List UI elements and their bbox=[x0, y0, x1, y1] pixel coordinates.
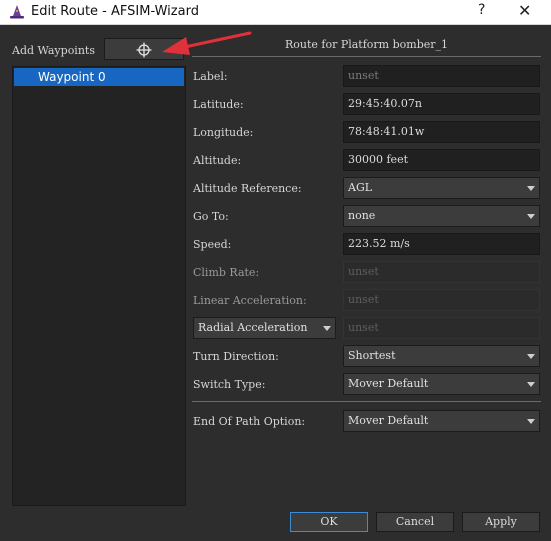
turn-direction-label: Turn Direction: bbox=[193, 350, 279, 363]
chevron-down-icon bbox=[323, 326, 331, 331]
altitude-reference-select[interactable]: AGL bbox=[343, 177, 540, 199]
title-bar: Edit Route - AFSIM-Wizard ? ✕ bbox=[0, 0, 551, 25]
end-of-path-value: Mover Default bbox=[348, 414, 429, 427]
latitude-label: Latitude: bbox=[193, 98, 244, 111]
route-title: Route for Platform bomber_1 bbox=[284, 38, 449, 51]
ok-button[interactable]: OK bbox=[290, 512, 368, 532]
altitude-input[interactable]: 30000 feet bbox=[343, 149, 540, 171]
chevron-down-icon bbox=[527, 354, 535, 359]
waypoint-list-item[interactable]: Waypoint 0 bbox=[14, 68, 184, 86]
longitude-input[interactable]: 78:48:41.01w bbox=[343, 121, 540, 143]
go-to-value: none bbox=[348, 209, 376, 222]
speed-input[interactable]: 223.52 m/s bbox=[343, 233, 540, 255]
chevron-down-icon bbox=[527, 382, 535, 387]
apply-button[interactable]: Apply bbox=[462, 512, 540, 532]
close-button[interactable]: ✕ bbox=[518, 1, 531, 20]
cancel-button[interactable]: Cancel bbox=[376, 512, 454, 532]
chevron-down-icon bbox=[527, 186, 535, 191]
window-title: Edit Route - AFSIM-Wizard bbox=[31, 4, 199, 19]
radial-acceleration-select[interactable]: Radial Acceleration bbox=[193, 317, 336, 339]
longitude-label: Longitude: bbox=[193, 126, 254, 139]
switch-type-value: Mover Default bbox=[348, 377, 429, 390]
radial-acceleration-value: Radial Acceleration bbox=[198, 321, 308, 334]
section-divider bbox=[192, 401, 541, 402]
climb-rate-label: Climb Rate: bbox=[193, 266, 260, 279]
waypoint-list[interactable]: Waypoint 0 bbox=[12, 66, 186, 506]
help-button[interactable]: ? bbox=[478, 2, 485, 18]
end-of-path-select[interactable]: Mover Default bbox=[343, 410, 540, 432]
turn-direction-value: Shortest bbox=[348, 349, 396, 362]
wizard-hat-icon bbox=[10, 5, 24, 19]
switch-type-label: Switch Type: bbox=[193, 378, 266, 391]
label-input[interactable]: unset bbox=[343, 65, 540, 87]
latitude-input[interactable]: 29:45:40.07n bbox=[343, 93, 540, 115]
altitude-label: Altitude: bbox=[193, 154, 242, 167]
go-to-select[interactable]: none bbox=[343, 205, 540, 227]
linear-acceleration-input: unset bbox=[343, 289, 540, 311]
label-field-label: Label: bbox=[193, 70, 228, 83]
end-of-path-label: End Of Path Option: bbox=[193, 415, 306, 428]
linear-acceleration-label: Linear Acceleration: bbox=[193, 294, 307, 307]
altitude-reference-label: Altitude Reference: bbox=[193, 182, 302, 195]
add-waypoints-label: Add Waypoints bbox=[12, 44, 95, 57]
altitude-reference-value: AGL bbox=[348, 181, 373, 194]
switch-type-select[interactable]: Mover Default bbox=[343, 373, 540, 395]
chevron-down-icon bbox=[527, 214, 535, 219]
climb-rate-input: unset bbox=[343, 261, 540, 283]
radial-acceleration-input: unset bbox=[343, 317, 540, 339]
route-title-divider bbox=[192, 56, 541, 57]
chevron-down-icon bbox=[527, 419, 535, 424]
speed-label: Speed: bbox=[193, 238, 232, 251]
go-to-label: Go To: bbox=[193, 210, 229, 223]
crosshair-icon bbox=[136, 42, 152, 58]
turn-direction-select[interactable]: Shortest bbox=[343, 345, 540, 367]
